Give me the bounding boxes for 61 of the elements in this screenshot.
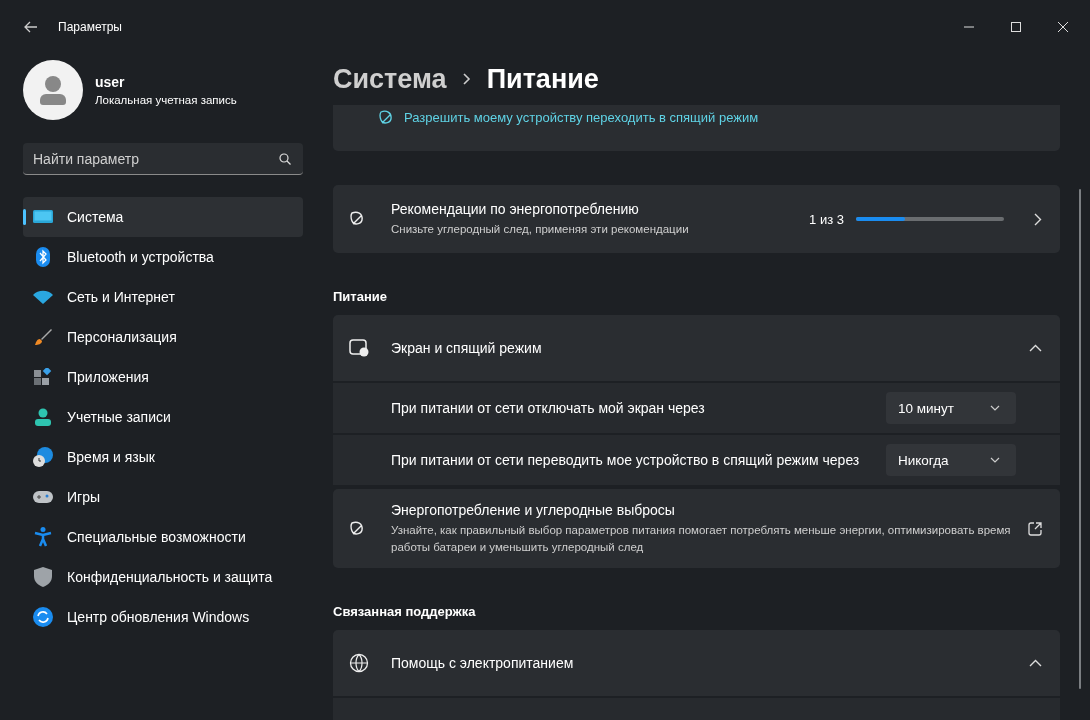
account-name: user — [95, 74, 126, 90]
gamepad-icon — [33, 490, 53, 504]
search-icon[interactable] — [279, 153, 291, 165]
search-field[interactable]: Найти параметр — [23, 143, 303, 175]
sidebar-item[interactable]: Учетные записи — [23, 397, 303, 437]
breadcrumb-parent[interactable]: Система — [333, 63, 447, 95]
chevron-icon — [1029, 659, 1042, 667]
screen-moon-icon — [349, 339, 369, 357]
recommendations-card[interactable]: Рекомендации по энергопотреблению Снизьте углеродный след, применяя эти рекомендации 1 из 3 — [333, 185, 1060, 253]
card-subtitle: Снизьте углеродный след, применяя эти рекомендации — [391, 221, 690, 237]
chevron-down-icon — [990, 405, 1000, 411]
page-title: Питание — [486, 63, 599, 95]
back-arrow-icon[interactable] — [24, 21, 38, 33]
screen-sleep-header[interactable]: Экран и спящий режим — [333, 315, 1060, 381]
help-header[interactable]: Помощь с электропитанием — [333, 630, 1060, 696]
sidebar-item[interactable]: Персонализация — [23, 317, 303, 357]
sidebar-item[interactable]: Bluetooth и устройства — [23, 237, 303, 277]
external-link-icon — [1028, 521, 1042, 536]
maximize-icon[interactable] — [1011, 22, 1021, 32]
avatar-icon — [23, 60, 83, 120]
scrollbar[interactable] — [1079, 189, 1081, 689]
setting-label: При питании от сети отключать мой экран через — [391, 400, 706, 416]
globe-search-icon — [349, 653, 369, 673]
card-title: Рекомендации по энергопотреблению — [391, 200, 640, 217]
sidebar-item[interactable]: Приложения — [23, 357, 303, 397]
dropdown[interactable]: Никогда — [886, 444, 1016, 476]
sleep-link[interactable]: Разрешить моему устройству переходить в спящий режим — [379, 110, 759, 151]
card-title: Помощь с электропитанием — [391, 655, 575, 671]
card-title: Энергопотребление и углеродные выбросы — [391, 501, 676, 518]
progress-count: 1 из 3 — [809, 211, 844, 227]
sidebar-item[interactable]: Центр обновления Windows — [23, 597, 303, 637]
account-type: Локальная учетная запись — [95, 94, 237, 106]
person-icon — [33, 408, 53, 426]
bluetooth-icon — [33, 247, 53, 267]
apps-icon — [33, 368, 53, 386]
sidebar-item[interactable]: Время и язык — [23, 437, 303, 477]
dropdown[interactable]: 10 минут — [886, 392, 1016, 424]
sidebar-item[interactable]: Система — [23, 197, 303, 237]
wifi-icon — [33, 290, 53, 304]
energy-card[interactable]: Энергопотребление и углеродные выбросы Узнайте, как правильный выбор параметров питания помогает потреблять меньше энергии, оптимизировать время работы батареи и уменьшить углеродный след — [333, 489, 1060, 568]
refresh-icon — [33, 607, 53, 627]
monitor-icon — [33, 209, 53, 225]
close-icon[interactable] — [1058, 22, 1068, 32]
chevron-icon — [1029, 344, 1042, 352]
sidebar-item[interactable]: Сеть и Интернет — [23, 277, 303, 317]
chevron-down-icon — [990, 457, 1000, 463]
window-title: Параметры — [58, 20, 122, 34]
sidebar-item[interactable]: Конфиденциальность и защита — [23, 557, 303, 597]
sidebar-item[interactable]: Специальные возможности — [23, 517, 303, 557]
paintbrush-icon — [33, 328, 53, 346]
section-heading: Связанная поддержка — [333, 604, 477, 619]
setting-label: При питании от сети переводить мое устройство в спящий режим через — [391, 452, 861, 468]
section-heading: Питание — [333, 289, 388, 304]
accessibility-icon — [33, 527, 53, 547]
shield-icon — [33, 567, 53, 587]
chevron-right-icon — [462, 73, 471, 85]
card-title: Экран и спящий режим — [391, 340, 543, 356]
chevron-right-icon — [1034, 212, 1042, 226]
globe-clock-icon — [33, 447, 53, 467]
sidebar-item[interactable]: Игры — [23, 477, 303, 517]
card-description: Узнайте, как правильный выбор параметров питания помогает потреблять меньше энергии, оптимизировать время работы батареи и уменьшить углеродный след — [391, 522, 1012, 555]
